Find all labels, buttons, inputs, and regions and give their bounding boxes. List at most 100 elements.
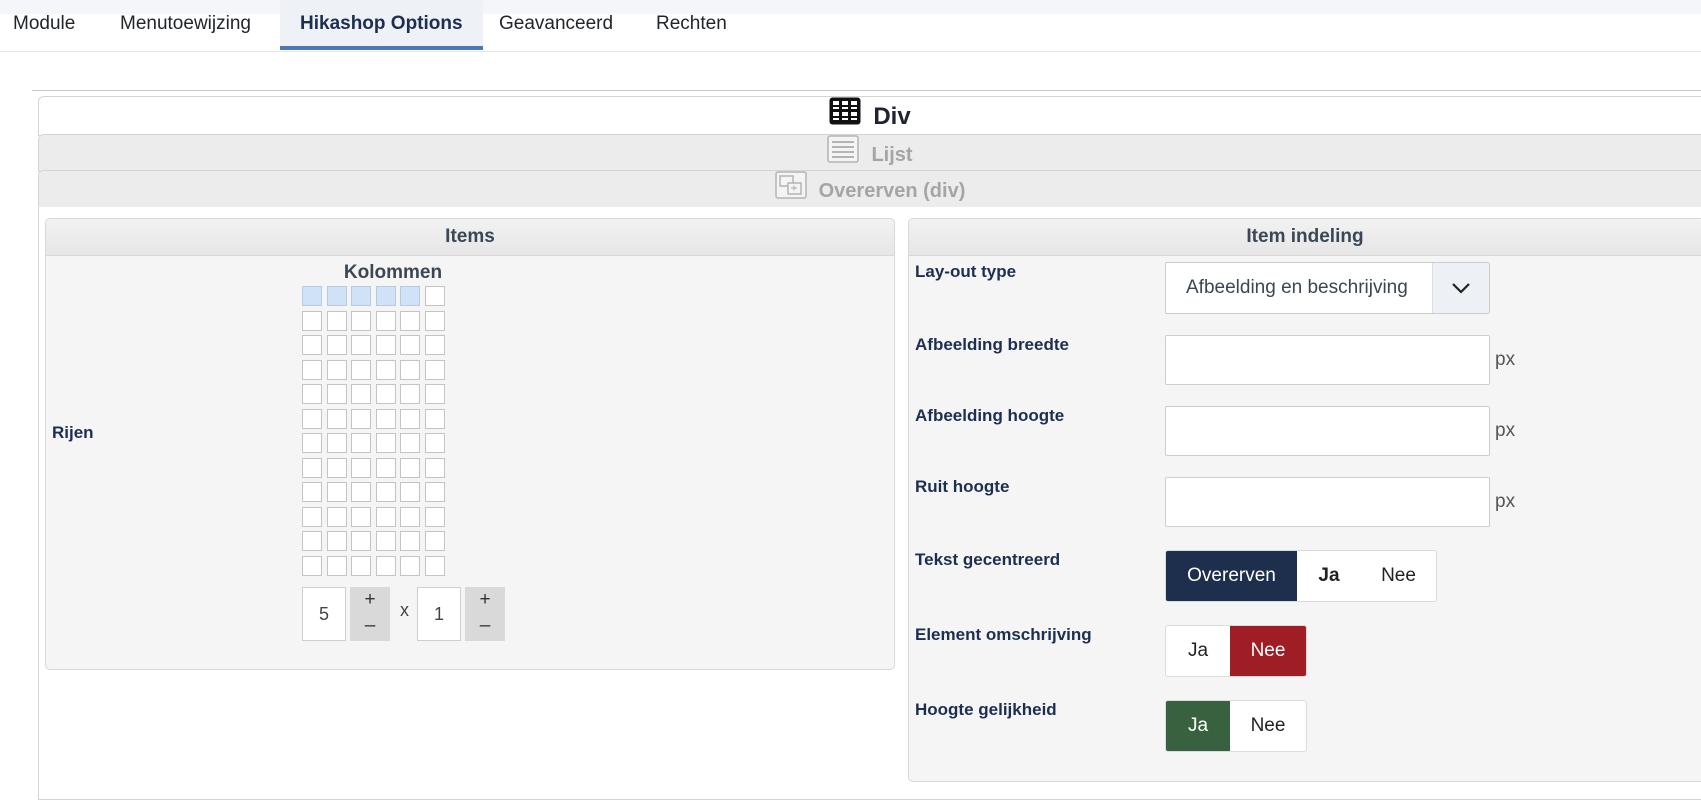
grid-cell[interactable] <box>400 506 421 527</box>
grid-cell[interactable] <box>425 482 445 502</box>
tab-rechten[interactable]: Rechten <box>656 0 727 50</box>
grid-cell[interactable] <box>302 482 322 502</box>
grid-cell[interactable] <box>375 359 396 380</box>
text-centered-toggle[interactable]: Overerven Ja Nee <box>1165 550 1437 602</box>
grid-cell[interactable] <box>425 457 445 478</box>
grid-cell[interactable] <box>302 408 322 429</box>
grid-cell[interactable] <box>425 384 445 404</box>
grid-cell[interactable] <box>302 531 322 551</box>
tab-module[interactable]: Module <box>13 0 75 50</box>
grid-cell[interactable] <box>375 286 396 306</box>
grid-cell[interactable] <box>326 506 347 527</box>
grid-cell[interactable] <box>400 457 421 478</box>
tab-hikashop-options[interactable]: Hikashop Options <box>280 0 483 50</box>
grid-cell[interactable] <box>375 310 396 331</box>
text-centered-inherit-button[interactable]: Overerven <box>1166 551 1297 601</box>
grid-cell[interactable] <box>400 310 421 331</box>
grid-cell[interactable] <box>326 335 347 355</box>
layout-type-select[interactable]: Afbeelding en beschrijving <box>1165 262 1490 314</box>
grid-cell[interactable] <box>351 506 372 527</box>
grid-cell[interactable] <box>400 555 421 576</box>
grid-cell[interactable] <box>351 482 372 502</box>
grid-cell[interactable] <box>400 482 421 502</box>
grid-cell[interactable] <box>326 359 347 380</box>
grid-cell[interactable] <box>302 286 322 306</box>
grid-cell[interactable] <box>425 335 445 355</box>
grid-cell[interactable] <box>425 286 445 306</box>
grid-cell[interactable] <box>351 286 372 306</box>
tab-geavanceerd[interactable]: Geavanceerd <box>499 0 613 50</box>
pane-height-input[interactable] <box>1165 477 1490 527</box>
grid-cell[interactable] <box>400 531 421 551</box>
rows-stepper[interactable]: + – <box>465 587 505 641</box>
grid-cell[interactable] <box>375 457 396 478</box>
grid-cell[interactable] <box>400 286 421 306</box>
grid-cell[interactable] <box>425 310 445 331</box>
grid-cell[interactable] <box>302 506 322 527</box>
grid-cell[interactable] <box>302 555 322 576</box>
grid-cell[interactable] <box>375 482 396 502</box>
grid-cell[interactable] <box>302 433 322 453</box>
grid-cell[interactable] <box>326 531 347 551</box>
layout-div-section[interactable]: Div <box>38 96 1701 136</box>
grid-cell[interactable] <box>375 408 396 429</box>
layout-lijst-section[interactable]: Lijst <box>38 134 1701 172</box>
image-height-input[interactable] <box>1165 406 1490 456</box>
grid-cell[interactable] <box>375 555 396 576</box>
grid-cell[interactable] <box>302 359 322 380</box>
rows-minus-button[interactable]: – <box>465 613 505 639</box>
grid-cell[interactable] <box>425 359 445 380</box>
grid-cell[interactable] <box>425 433 445 453</box>
equal-height-yes-button[interactable]: Ja <box>1166 701 1230 751</box>
grid-cell[interactable] <box>375 506 396 527</box>
grid-cell[interactable] <box>326 482 347 502</box>
columns-plus-button[interactable]: + <box>350 587 390 613</box>
grid-cell[interactable] <box>375 531 396 551</box>
grid-cell[interactable] <box>351 531 372 551</box>
element-description-no-button[interactable]: Nee <box>1230 626 1306 676</box>
grid-cell[interactable] <box>425 506 445 527</box>
grid-cell[interactable] <box>351 384 372 404</box>
text-centered-yes-button[interactable]: Ja <box>1297 551 1361 601</box>
equal-height-no-button[interactable]: Nee <box>1230 701 1306 751</box>
columns-minus-button[interactable]: – <box>350 613 390 639</box>
grid-cell[interactable] <box>400 335 421 355</box>
grid-cell[interactable] <box>375 335 396 355</box>
grid-cell[interactable] <box>302 310 322 331</box>
grid-cell[interactable] <box>326 408 347 429</box>
grid-cell[interactable] <box>425 555 445 576</box>
grid-cell[interactable] <box>375 384 396 404</box>
grid-cell[interactable] <box>326 555 347 576</box>
image-width-input[interactable] <box>1165 335 1490 385</box>
grid-cell[interactable] <box>351 555 372 576</box>
grid-cell[interactable] <box>351 433 372 453</box>
grid-cell[interactable] <box>326 433 347 453</box>
element-description-toggle[interactable]: Ja Nee <box>1165 625 1307 677</box>
tab-menutoewijzing[interactable]: Menutoewijzing <box>120 0 251 50</box>
grid-cell[interactable] <box>375 433 396 453</box>
grid-cell[interactable] <box>326 310 347 331</box>
grid-cell[interactable] <box>351 408 372 429</box>
grid-cell[interactable] <box>351 457 372 478</box>
grid-cell[interactable] <box>400 359 421 380</box>
grid-cell[interactable] <box>400 384 421 404</box>
grid-cell[interactable] <box>400 408 421 429</box>
grid-cell[interactable] <box>425 408 445 429</box>
element-description-yes-button[interactable]: Ja <box>1166 626 1230 676</box>
grid-cell[interactable] <box>302 457 322 478</box>
grid-cell[interactable] <box>351 359 372 380</box>
grid-cell[interactable] <box>302 384 322 404</box>
equal-height-toggle[interactable]: Ja Nee <box>1165 700 1307 752</box>
text-centered-no-button[interactable]: Nee <box>1361 551 1436 601</box>
grid-cell[interactable] <box>400 433 421 453</box>
layout-overerven-header[interactable]: Overerven (div) <box>39 171 1701 207</box>
grid-cell[interactable] <box>425 531 445 551</box>
grid-cell[interactable] <box>351 310 372 331</box>
columns-stepper[interactable]: + – <box>350 587 390 641</box>
grid-cell[interactable] <box>326 286 347 306</box>
grid-cell[interactable] <box>302 335 322 355</box>
grid-cell[interactable] <box>326 384 347 404</box>
rows-plus-button[interactable]: + <box>465 587 505 613</box>
grid-cell[interactable] <box>326 457 347 478</box>
grid-cell[interactable] <box>351 335 372 355</box>
